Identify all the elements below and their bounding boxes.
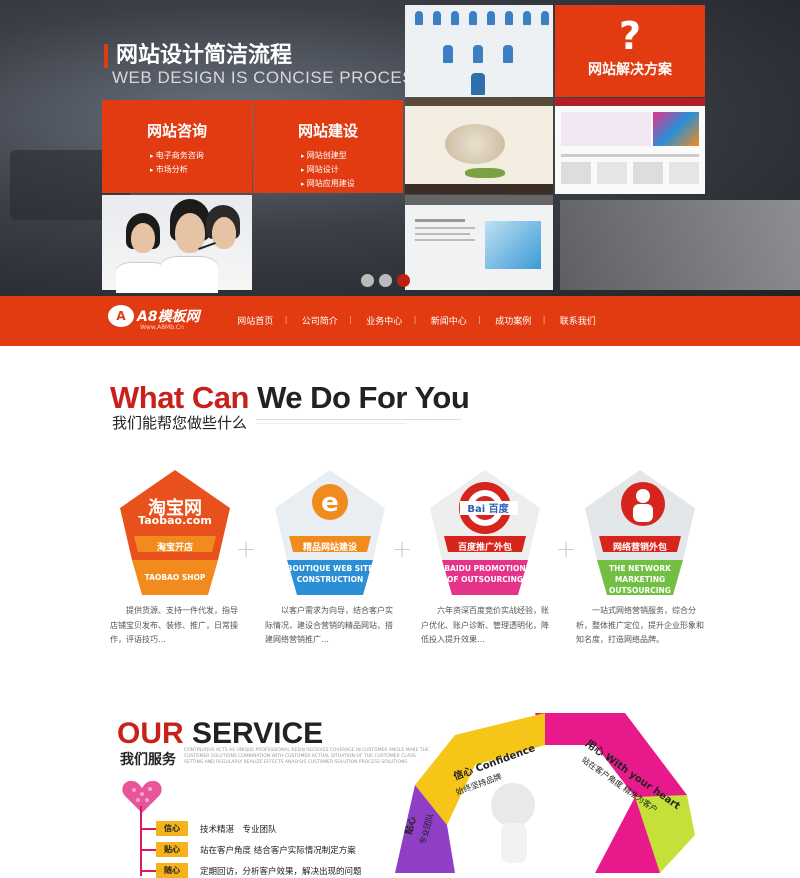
nav-label: 网站首页 — [237, 317, 274, 327]
logo-name: A8模板网 — [137, 309, 200, 325]
divider — [256, 419, 461, 420]
svg-text:e: e — [321, 488, 339, 518]
panel-title: 网站咨询 — [146, 122, 207, 140]
panel-item: 网站创建型 — [301, 149, 403, 163]
our-service-subtitle: 我们服务 — [120, 752, 176, 768]
panel-construction[interactable]: 网站建设 网站创建型 网站设计 网站应用建设 — [253, 100, 403, 193]
title-dark: SERVICE — [192, 717, 324, 750]
site-logo[interactable]: A A8模板网 Www.A8Mb.Cn — [108, 305, 200, 331]
slider-dot[interactable] — [379, 274, 392, 287]
row-label: 信心 — [156, 821, 188, 836]
nav-label: 联系我们 — [559, 317, 596, 327]
teamwork-image — [405, 5, 553, 97]
row-text: 定期回访，分析客户效果，解决出现的问题 — [200, 866, 362, 877]
service-tag: 精品网站建设 — [302, 543, 357, 553]
service-ring-graphic: 信心 Confidence 始终坚持品牌 用心 With your heart … — [395, 705, 695, 877]
service-row: 信心 技术精湛 专业团队 — [140, 821, 277, 836]
service-desc: 六年资深百度竞价实战经验，账户优化、账户诊断、管理透明化，降低投入提升效果… — [421, 606, 549, 644]
service-row: 贴心 站在客户角度 结合客户实际情况制定方案 — [140, 842, 356, 857]
call-center-photo — [102, 195, 252, 293]
separator-plus-icon: + — [392, 535, 413, 563]
hero-subtitle: WEB DESIGN IS CONCISE PROCESS — [112, 68, 426, 87]
nav-item-contact[interactable]: 联系我们 — [546, 314, 611, 327]
background-shape — [560, 200, 800, 290]
separator-plus-icon: + — [556, 535, 577, 563]
nav-label: 成功案例 — [495, 317, 532, 327]
solution-title: 网站解决方案 — [588, 62, 672, 78]
service-card-taobao[interactable]: 淘宝网 Taobao.com 淘宝开店 TAOBAO SHOP — [120, 470, 230, 595]
row-text: 站在客户角度 结合客户实际情况制定方案 — [200, 845, 356, 856]
website-preview-1 — [405, 98, 553, 194]
website-preview-3 — [405, 195, 553, 290]
slider-dot-active[interactable] — [397, 274, 410, 287]
logo-mark: A — [108, 305, 134, 327]
row-text: 技术精湛 专业团队 — [200, 824, 277, 835]
row-label: 随心 — [156, 863, 188, 878]
divider — [256, 423, 406, 424]
service-desc: 提供货源、支持一件代发，指导店铺宝贝发布、装修、推广，日常操作，评语技巧… — [110, 606, 238, 644]
panel-item: 电子商务咨询 — [150, 149, 252, 163]
nav-label: 公司简介 — [301, 317, 338, 327]
slider-dot[interactable] — [361, 274, 374, 287]
service-card-baidu[interactable]: Bai 百度 百度推广外包 BAIDU PROMOTION OF OUTSOUR… — [430, 470, 540, 595]
panel-item: 网站应用建设 — [301, 177, 403, 191]
section-title: What Can We Do For You — [110, 380, 470, 416]
service-tag: 淘宝开店 — [156, 543, 193, 553]
panel-title: 网站建设 — [297, 122, 358, 140]
separator-plus-icon: + — [236, 535, 257, 563]
nav-item-home[interactable]: 网站首页 | — [223, 314, 287, 327]
service-card-website[interactable]: e 精品网站建设 BOUTIQUE WEB SITE CONSTRUCTION — [275, 470, 385, 595]
svg-text:Bai 百度: Bai 百度 — [467, 502, 509, 515]
hero-banner: 网站设计简洁流程 WEB DESIGN IS CONCISE PROCESS 网… — [0, 0, 800, 296]
service-en: TAOBAO SHOP — [144, 573, 206, 582]
taobao-logo-en: Taobao.com — [138, 514, 212, 527]
nav-item-about[interactable]: 公司简介 | — [288, 314, 352, 327]
hero-title: 网站设计简洁流程 — [104, 44, 292, 68]
nav-item-cases[interactable]: 成功案例 | — [481, 314, 545, 327]
slider-pagination — [361, 274, 410, 287]
heart-icon — [122, 780, 162, 818]
panel-item: 市场分析 — [150, 163, 252, 177]
service-tag: 百度推广外包 — [457, 543, 512, 553]
service-desc: 以客户需求为向导，结合客户实际情况，建设合营销的精品网站，搭建网络营销推广… — [265, 606, 393, 644]
question-icon: ? — [618, 14, 642, 58]
row-label: 贴心 — [156, 842, 188, 857]
nav-item-business[interactable]: 业务中心 | — [352, 314, 416, 327]
service-en: BOUTIQUE WEB SITE CONSTRUCTION — [286, 564, 374, 584]
service-en: THE NETWORK MARKETING OUTSOURCING — [609, 564, 671, 595]
service-row: 随心 定期回访，分析客户效果，解决出现的问题 — [140, 863, 362, 878]
service-card-marketing[interactable]: 网络营销外包 THE NETWORK MARKETING OUTSOURCING — [585, 470, 695, 595]
nav-label: 新闻中心 — [430, 317, 467, 327]
panel-item: 网站设计 — [301, 163, 403, 177]
our-service-title: OUR SERVICE — [117, 717, 323, 751]
website-preview-2 — [555, 98, 705, 194]
logo-url: Www.A8Mb.Cn — [140, 324, 184, 331]
main-navigation: A A8模板网 Www.A8Mb.Cn 网站首页 | 公司简介 | 业务中心 | 新闻… — [0, 296, 800, 346]
panel-consulting[interactable]: 网站咨询 电子商务咨询 市场分析 — [102, 100, 252, 193]
title-red: OUR — [117, 717, 184, 750]
nav-label: 业务中心 — [366, 317, 403, 327]
solution-tile[interactable]: ? 网站解决方案 — [555, 5, 705, 97]
nav-menu: 网站首页 | 公司简介 | 业务中心 | 新闻中心 | 成功案例 | 联系我们 — [223, 314, 610, 327]
service-desc: 一站式网络营销服务，综合分析，整体推广定位，提升企业形象和知名度，打造网络品牌。 — [576, 606, 704, 644]
service-en: BAIDU PROMOTION OF OUTSOURCING — [444, 564, 526, 584]
nav-item-news[interactable]: 新闻中心 | — [417, 314, 481, 327]
title-dark: We Do For You — [257, 380, 470, 415]
service-tag: 网络营销外包 — [612, 543, 667, 553]
title-red: What Can — [110, 380, 249, 415]
section-subtitle: 我们能帮您做些什么 — [112, 414, 248, 432]
